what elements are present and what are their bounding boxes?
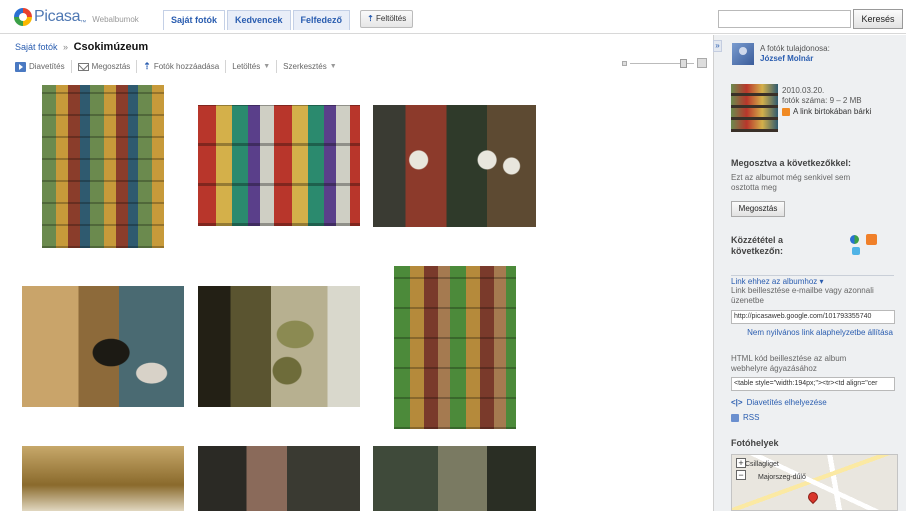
share-toolbar-button[interactable]: Megosztás [72, 60, 138, 73]
shared-section-title: Megosztva a következőkkel: [731, 158, 852, 168]
photo-image [198, 286, 360, 407]
album-date: 2010.03.20. [782, 86, 825, 95]
share-label: Megosztás [91, 62, 131, 71]
upload-label: Feltöltés [376, 14, 407, 23]
upload-button[interactable]: ⇡ Feltöltés [360, 10, 414, 28]
photo-thumbnail[interactable] [22, 286, 184, 407]
logo-trademark: ™ [80, 20, 87, 26]
logo-subtitle: Webalbumok [92, 15, 139, 24]
owner-name-link[interactable]: József Molnár [760, 54, 813, 63]
album-cover-thumbnail [731, 84, 778, 132]
edit-label: Szerkesztés [283, 62, 327, 71]
breadcrumb-separator: » [63, 42, 69, 52]
top-bar: Picasa ™ Webalbumok Saját fotók Kedvence… [0, 0, 906, 34]
share-button[interactable]: Megosztás [731, 201, 785, 217]
html-embed-description: HTML kód beillesztése az album webhelyre… [731, 354, 847, 373]
download-menu[interactable]: Letöltés ▼ [226, 60, 278, 73]
breadcrumb-parent-link[interactable]: Saját fotók [15, 42, 58, 52]
rss-label: RSS [743, 413, 760, 422]
tab-my-photos[interactable]: Saját fotók [163, 10, 226, 30]
search-button[interactable]: Keresés [853, 9, 903, 29]
code-icon: <|> [731, 398, 743, 407]
photo-thumbnail[interactable] [198, 446, 360, 511]
twitter-icon[interactable] [852, 247, 860, 255]
large-thumb-icon [697, 58, 707, 68]
slider-handle[interactable] [680, 58, 687, 68]
photo-image [198, 105, 360, 226]
owner-label: A fotók tulajdonosa: [760, 44, 830, 53]
slideshow-icon [15, 61, 26, 72]
photo-image [198, 446, 360, 511]
map-place-label: Csillagliget [745, 461, 779, 468]
visibility-icon [782, 107, 790, 116]
album-photo-count: fotók száma: 9 – 2 MB [782, 96, 862, 105]
slider-track[interactable] [630, 58, 694, 68]
owner-avatar[interactable] [732, 43, 754, 65]
reset-private-link[interactable]: Nem nyilvános link alaphelyzetbe állítás… [740, 328, 893, 338]
visibility-label: A link birtokában bárki [793, 107, 872, 116]
picasa-logo-icon [14, 8, 32, 26]
embed-slideshow-link[interactable]: <|> Diavetítés elhelyezése [731, 398, 827, 407]
chevron-down-icon: ▼ [329, 63, 337, 70]
tab-favorites[interactable]: Kedvencek [227, 10, 291, 30]
search-input[interactable] [718, 10, 851, 28]
edit-menu[interactable]: Szerkesztés ▼ [277, 60, 343, 73]
tab-explore[interactable]: Felfedező [292, 10, 351, 30]
photo-image [22, 446, 184, 511]
embed-slideshow-label: Diavetítés elhelyezése [746, 398, 827, 407]
album-visibility: A link birtokában bárki [782, 107, 871, 116]
collapse-sidebar-button[interactable]: » [713, 40, 722, 52]
picasa-logo[interactable]: Picasa ™ Webalbumok [14, 8, 139, 26]
download-label: Letöltés [232, 62, 261, 71]
blogger-icon[interactable] [866, 234, 877, 245]
small-thumb-icon [622, 60, 627, 66]
publish-section-title: Közzététel a következőn: [731, 235, 784, 256]
photo-image [373, 105, 536, 227]
photo-thumbnail[interactable] [198, 105, 360, 226]
photo-thumbnail[interactable] [373, 105, 536, 227]
rss-icon [731, 413, 739, 422]
breadcrumb: Saját fotók » Csokimúzeum [15, 41, 148, 53]
shared-description: Ezt az albumot még senkivel sem osztotta… [731, 173, 851, 192]
photo-thumbnail[interactable] [22, 446, 184, 511]
photo-image [394, 266, 516, 429]
main-tabs: Saját fotók Kedvencek Felfedező ⇡ Feltöl… [163, 10, 414, 30]
map-place-label: Majorszeg-dűlő [758, 474, 806, 481]
picasa-publish-icon[interactable] [850, 235, 859, 244]
photo-thumbnail[interactable] [373, 446, 536, 511]
photo-places-title: Fotóhelyek [731, 438, 779, 448]
rss-link[interactable]: RSS [731, 413, 759, 422]
photo-thumbnail[interactable] [394, 266, 516, 429]
photo-thumbnail[interactable] [42, 85, 164, 248]
upload-arrow-icon: ⇡ [143, 61, 151, 71]
mail-icon [77, 62, 89, 71]
photo-image [42, 85, 164, 248]
photo-thumbnail[interactable] [198, 286, 360, 407]
map-zoom-out-button[interactable]: − [736, 470, 746, 480]
album-link-field[interactable]: http://picasaweb.google.com/101793355740 [731, 310, 895, 324]
slideshow-label: Diavetítés [29, 62, 65, 71]
slideshow-button[interactable]: Diavetítés [15, 60, 72, 73]
album-title: Csokimúzeum [73, 41, 149, 53]
add-photos-label: Fotók hozzáadása [153, 62, 220, 71]
logo-word: Picasa [34, 8, 81, 25]
photo-image [373, 446, 536, 511]
photo-image [22, 286, 184, 407]
add-photos-button[interactable]: ⇡ Fotók hozzáadása [137, 60, 227, 73]
thumbnail-size-slider[interactable] [622, 58, 707, 68]
album-toolbar: Diavetítés Megosztás ⇡ Fotók hozzáadása … [15, 60, 343, 73]
link-description: Link beillesztése e-mailbe vagy azonnali… [731, 286, 874, 305]
album-link-toggle[interactable]: Link ehhez az albumhoz ▾ [731, 275, 894, 286]
chevron-down-icon: ▼ [263, 63, 271, 70]
html-embed-field[interactable]: <table style="width:194px;"><tr><td alig… [731, 377, 895, 391]
upload-arrow-icon: ⇡ [367, 14, 374, 23]
